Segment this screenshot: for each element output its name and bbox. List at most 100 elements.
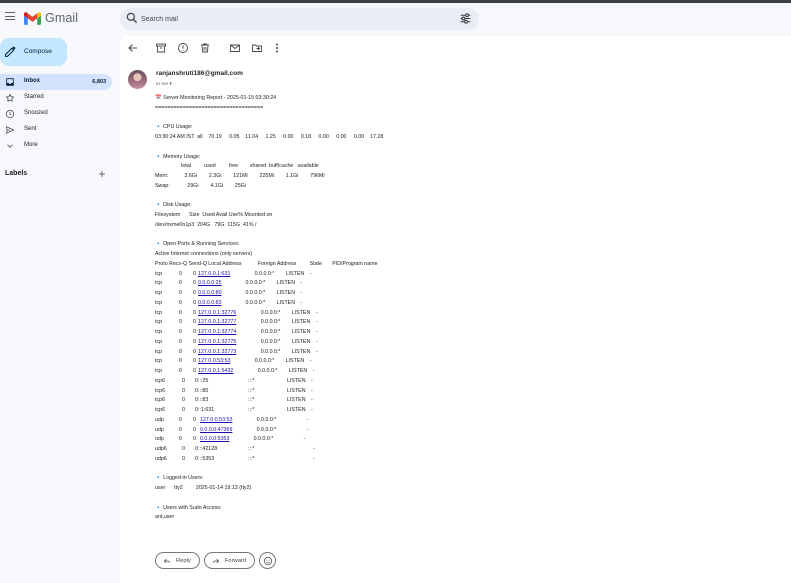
send-icon [5,126,15,134]
gmail-m-icon [24,11,41,25]
sidebar-item-starred[interactable]: Starred [0,90,112,106]
search-icon[interactable] [125,11,139,25]
add-label-icon[interactable] [97,169,107,179]
port-state-cell: LISTEN [276,280,296,287]
sudo-row: ant,user [155,514,175,521]
port-local-address-link[interactable]: 0.0.0.0:5353 [200,435,229,445]
port-state-cell: LISTEN [287,397,306,404]
port-local-address-link[interactable]: 0.0.0.0:80 [198,289,222,299]
port-recvq-cell: 0 [179,299,182,306]
port-sendq-cell: 0 [193,358,196,365]
reply-button[interactable]: Reply [155,552,200,569]
mark-unread-button[interactable] [229,41,241,53]
port-local-address-link[interactable]: 127.0.0.53:53 [200,416,232,426]
port-foreign-address-cell: 0.0.0.0:* [256,416,277,423]
port-local-address-link[interactable]: 127.0.0.1:32774 [198,328,236,338]
port-proto-cell: tcp [155,299,163,306]
port-foreign-address-cell: 0.0.0.0:* [260,309,281,316]
recipient-label: to me [156,82,168,87]
sidebar-item-snoozed[interactable]: Snoozed [0,106,112,122]
sender-avatar[interactable] [128,70,147,89]
reply-actions: Reply Forward [155,552,277,570]
more-options-button[interactable] [271,41,283,53]
mem-row: Mem: 3.6Gi 2.3Gi 121Mi 225Mi 1.1Gi 796Mi [155,173,325,179]
table-row: tcp6 0 0:::83:::* LISTEN - [155,396,755,406]
port-local-address-link[interactable]: 127.0.0.1:32775 [198,338,236,348]
search-bar[interactable] [120,8,479,30]
labels-heading: Labels [5,170,28,177]
port-state-cell: LISTEN [291,348,311,355]
reply-label: Reply [176,557,191,564]
port-recvq-cell: 0 [182,407,185,413]
port-local-address-link[interactable]: 0.0.0.0:83 [198,299,222,309]
message-panel: ranjanshruti186@gmail.com to me ▾ 📅 Serv… [120,36,791,583]
port-foreign-address-cell: 0.0.0.0:* [245,280,266,287]
archive-icon [156,43,166,53]
table-row: tcp 0 0 0.0.0.0:80 0.0.0.0:* LISTEN - [155,289,755,299]
port-proto-cell: tcp6 [155,407,166,413]
sidebar-item-label: Sent [24,126,37,132]
port-proto-cell: tcp [155,290,163,296]
port-local-address-link[interactable]: 127.0.0.1:32773 [198,348,236,358]
folder-move-icon [252,44,262,52]
main-menu-button[interactable] [3,8,19,24]
port-sendq-cell: 0 [193,426,196,433]
search-options-icon[interactable] [459,12,472,25]
compose-button[interactable]: Compose [0,38,67,66]
mark-unread-icon [230,44,240,52]
port-state-cell: LISTEN [291,329,311,335]
ports-table: tcp 0 0 127.0.0.1:631 0.0.0.0:* LISTEN - tcp 0 0 0… [155,270,755,465]
port-local-address-link[interactable]: 127.0.0.1:32776 [198,309,236,319]
port-local-address-cell: :::83 [198,397,209,404]
emoji-reaction-button[interactable] [259,552,277,569]
recipient-details-toggle[interactable]: to me ▾ [156,82,172,87]
search-input[interactable] [141,11,441,27]
port-pid-cell: - [311,387,313,394]
port-local-address-link[interactable]: 0.0.0.0:47369 [200,426,232,436]
sidebar-item-sent[interactable]: Sent [0,122,112,138]
swap-row: Swap: 29Gi 4.1Gi 25Gi [155,182,246,189]
port-pid-cell: - [309,270,312,277]
port-proto-cell: udp [155,426,164,433]
port-proto-cell: tcp [155,338,163,345]
port-local-address-link[interactable]: 127.0.0.53:53 [198,357,230,367]
move-to-button[interactable] [251,41,263,53]
port-proto-cell: tcp6 [155,397,166,404]
sidebar-item-inbox[interactable]: Inbox 6,803 [0,74,112,90]
section-heading: 🔹 CPU Usage: [155,124,193,131]
gmail-logo[interactable]: Gmail [24,11,78,25]
report-spam-button[interactable] [177,41,189,53]
port-local-address-link[interactable]: 0.0.0.0:25 [198,279,222,289]
port-local-address-link[interactable]: 127.0.0.1:631 [198,270,230,280]
port-state-cell: LISTEN [291,338,311,345]
port-recvq-cell: 0 [179,426,182,433]
table-row: tcp 0 0 127.0.0.1:32775 0.0.0.0:* LISTEN - [155,338,755,348]
port-sendq-cell: 0 [193,299,196,306]
port-proto-cell: udp6 [155,455,167,462]
reply-icon [163,558,170,563]
port-recvq-cell: 0 [182,455,185,462]
inbox-icon [6,78,14,86]
port-pid-cell: - [311,377,313,384]
port-state-cell: LISTEN [291,309,311,316]
delete-button[interactable] [199,41,211,53]
section-heading: 🔹 Users with Sudo Access: [155,504,222,511]
bullet-dot-icon: 🔹 [155,153,162,160]
sidebar-item-more[interactable]: More [0,138,112,154]
back-button[interactable] [127,41,139,53]
sidebar-item-label: Inbox [24,78,40,84]
port-foreign-address-cell: 0.0.0.0:* [256,426,277,433]
port-local-address-link[interactable]: 127.0.0.1:32777 [198,318,236,328]
table-row: tcp6 0 0:::80:::* LISTEN - [155,387,755,397]
archive-button[interactable] [155,41,167,53]
port-foreign-address-cell: 0.0.0.0:* [253,436,274,443]
port-local-address-cell: :::5353 [198,455,215,462]
bullet-dot-icon: 🔹 [155,504,162,511]
port-local-address-link[interactable]: 127.0.0.1:5432 [198,367,233,377]
arrow-back-icon [128,44,137,52]
port-pid-cell: - [313,446,315,452]
forward-button[interactable]: Forward [203,552,256,569]
port-state-cell: LISTEN [287,387,306,394]
table-row: tcp6 0 0::1:631:::* LISTEN - [155,406,755,416]
sender-email[interactable]: ranjanshruti186@gmail.com [156,70,243,77]
